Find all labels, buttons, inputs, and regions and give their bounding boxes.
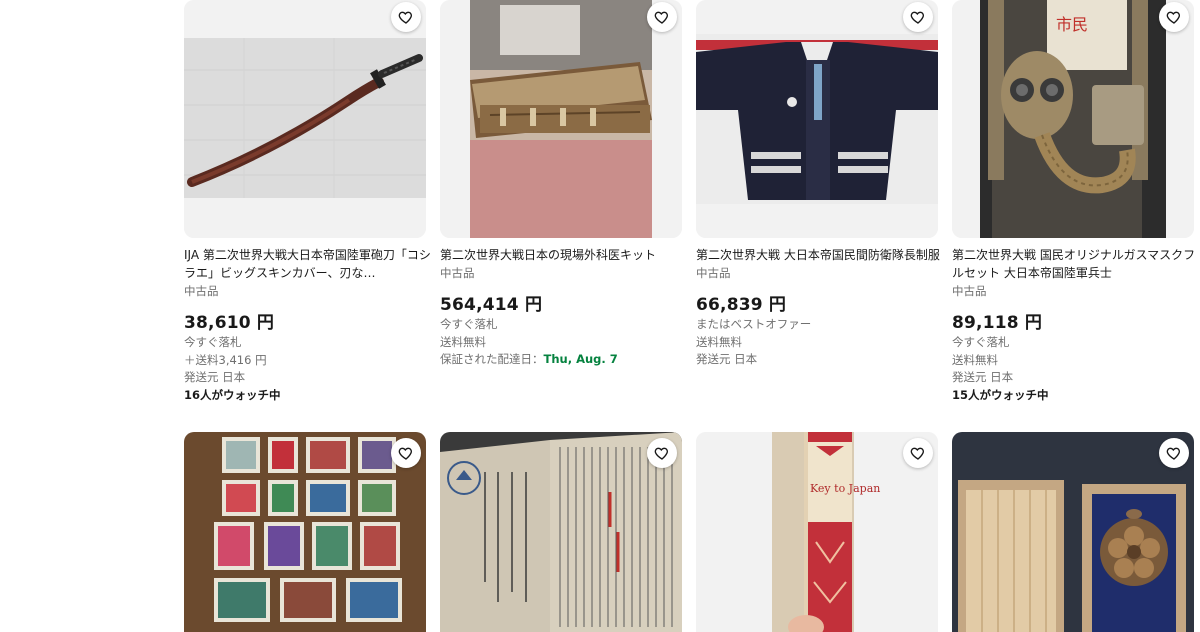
listing-image[interactable] — [440, 0, 682, 238]
book-photo: Key to Japan — [696, 432, 938, 632]
listing-image[interactable]: Key to Japan — [696, 432, 938, 632]
heart-icon — [654, 447, 668, 460]
surgeon-kit-photo — [440, 0, 682, 238]
item-location: 発送元 日本 — [696, 352, 758, 366]
listing-title[interactable]: IJA 第二次世界大戦大日本帝国陸軍砲刀「コシラエ」ビッグスキンカバー、刃な… — [184, 246, 432, 282]
shipping-cost: ＋送料3,416 円 — [184, 352, 267, 367]
listing-image[interactable]: 市民 — [952, 0, 1194, 238]
listing-title[interactable]: 第二次世界大戦日本の現場外科医キット — [440, 246, 688, 264]
watch-button[interactable] — [903, 2, 933, 32]
heart-icon — [910, 447, 924, 460]
book-spine-text: Key to Japan — [810, 482, 880, 495]
heart-icon — [654, 11, 668, 24]
listing-image[interactable] — [696, 0, 938, 238]
heart-icon — [398, 447, 412, 460]
shipping-cost: 送料無料 — [696, 334, 742, 349]
listing-image[interactable] — [184, 0, 426, 238]
item-location: 発送元 日本 — [952, 370, 1014, 384]
buy-format: またはベストオファー — [696, 317, 812, 331]
listing-condition: 中古品 — [952, 284, 987, 298]
watcher-count: 16人がウォッチ中 — [184, 387, 281, 402]
watcher-count: 15人がウォッチ中 — [952, 387, 1049, 402]
listing-condition: 中古品 — [440, 266, 475, 280]
item-location: 発送元 日本 — [184, 370, 246, 384]
watch-button[interactable] — [647, 2, 677, 32]
watch-button[interactable] — [391, 2, 421, 32]
listing-price: 89,118 円 — [952, 313, 1043, 333]
delivery-date: 保証された配達日：Thu, Aug. 7 — [440, 351, 688, 369]
watch-button[interactable] — [647, 438, 677, 468]
watch-button[interactable] — [1159, 2, 1189, 32]
heart-icon — [398, 11, 412, 24]
sword-photo — [184, 0, 426, 238]
listing-image[interactable] — [952, 432, 1194, 632]
listing-price: 38,610 円 — [184, 313, 275, 333]
shipping-cost: 送料無料 — [440, 334, 486, 349]
heart-icon — [910, 11, 924, 24]
watch-button[interactable] — [1159, 438, 1189, 468]
listing-price: 66,839 円 — [696, 295, 787, 315]
heart-icon — [1166, 11, 1180, 24]
listing-image[interactable] — [440, 432, 682, 632]
buy-format: 今すぐ落札 — [952, 335, 1010, 349]
watch-button[interactable] — [391, 438, 421, 468]
delivery-label: 保証された配達日： — [440, 352, 544, 366]
listing-title[interactable]: 第二次世界大戦 大日本帝国民間防衛隊長制服 — [696, 246, 944, 264]
buy-format: 今すぐ落札 — [184, 335, 242, 349]
shipping-cost: 送料無料 — [952, 352, 998, 367]
buy-format: 今すぐ落札 — [440, 317, 498, 331]
document-photo — [440, 432, 682, 632]
heart-icon — [1166, 447, 1180, 460]
listing-condition: 中古品 — [696, 266, 731, 280]
gas-mask-photo: 市民 — [952, 0, 1194, 238]
delivery-date-value: Thu, Aug. 7 — [543, 352, 618, 366]
listing-title[interactable]: 第二次世界大戦 国民オリジナルガスマスクフルセット 大日本帝国陸軍兵士 — [952, 246, 1200, 282]
svg-text:市民: 市民 — [1056, 15, 1088, 34]
listing-condition: 中古品 — [184, 284, 219, 298]
watch-button[interactable] — [903, 438, 933, 468]
listing-image[interactable] — [184, 432, 426, 632]
stamps-photo — [184, 432, 426, 632]
listing-price: 564,414 円 — [440, 295, 543, 315]
medal-photo — [952, 432, 1194, 632]
uniform-photo — [696, 0, 938, 238]
